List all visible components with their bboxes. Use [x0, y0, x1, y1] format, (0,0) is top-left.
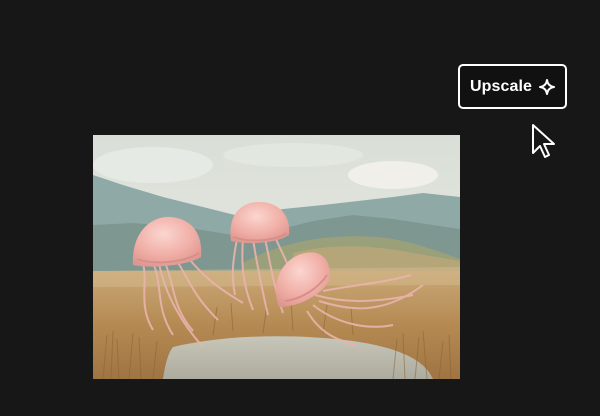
canvas: Upscale: [0, 0, 600, 416]
sparkle-icon: [539, 78, 556, 95]
jellyfish-in-marsh-image: [93, 135, 460, 379]
generated-image[interactable]: [93, 135, 460, 379]
upscale-label: Upscale: [469, 77, 533, 95]
upscale-button[interactable]: Upscale: [458, 64, 567, 109]
pointer-cursor-icon: [532, 124, 555, 158]
